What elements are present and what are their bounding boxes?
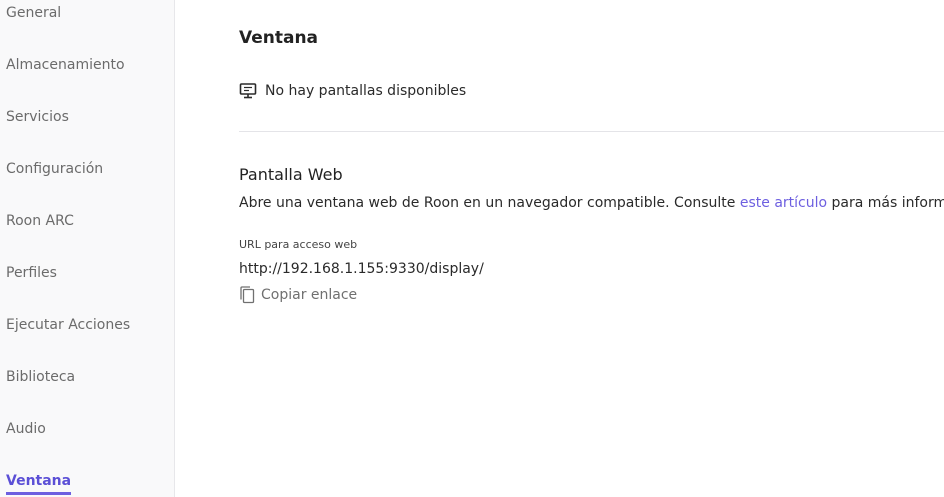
url-label: URL para acceso web <box>239 238 358 251</box>
no-displays-text: No hay pantallas disponibles <box>265 83 467 99</box>
copy-link-button[interactable]: Copiar enlace <box>239 286 357 304</box>
web-display-title: Pantalla Web <box>239 165 343 184</box>
sidebar-item-configuration[interactable]: Configuración <box>6 160 103 178</box>
description-text-before: Abre una ventana web de Roon en un naveg… <box>239 195 740 211</box>
sidebar-item-general[interactable]: General <box>6 4 61 22</box>
description-text-after: para más información. <box>831 195 944 211</box>
copy-link-label: Copiar enlace <box>261 287 358 303</box>
sidebar-item-services[interactable]: Servicios <box>6 108 69 126</box>
article-link[interactable]: este artículo <box>740 195 827 211</box>
settings-content: Ventana No hay pantallas disponibles Pan… <box>239 0 944 497</box>
web-url: http://192.168.1.155:9330/display/ <box>239 261 484 277</box>
no-displays-message: No hay pantallas disponibles <box>239 82 466 100</box>
monitor-icon <box>239 83 257 99</box>
section-divider <box>239 131 944 132</box>
sidebar-item-profiles[interactable]: Perfiles <box>6 264 57 282</box>
sidebar-item-window[interactable]: Ventana <box>6 472 72 495</box>
sidebar-item-roon-arc[interactable]: Roon ARC <box>6 212 74 230</box>
app-window: General Almacenamiento Servicios Configu… <box>0 0 944 497</box>
web-display-description: Abre una ventana web de Roon en un naveg… <box>239 195 944 211</box>
sidebar-item-audio[interactable]: Audio <box>6 420 46 438</box>
sidebar-item-run-actions[interactable]: Ejecutar Acciones <box>6 316 130 334</box>
sidebar-item-storage[interactable]: Almacenamiento <box>6 56 125 74</box>
copy-icon <box>240 286 255 304</box>
settings-sidebar: General Almacenamiento Servicios Configu… <box>0 0 175 497</box>
page-title: Ventana <box>239 28 319 48</box>
sidebar-item-library[interactable]: Biblioteca <box>6 368 75 386</box>
